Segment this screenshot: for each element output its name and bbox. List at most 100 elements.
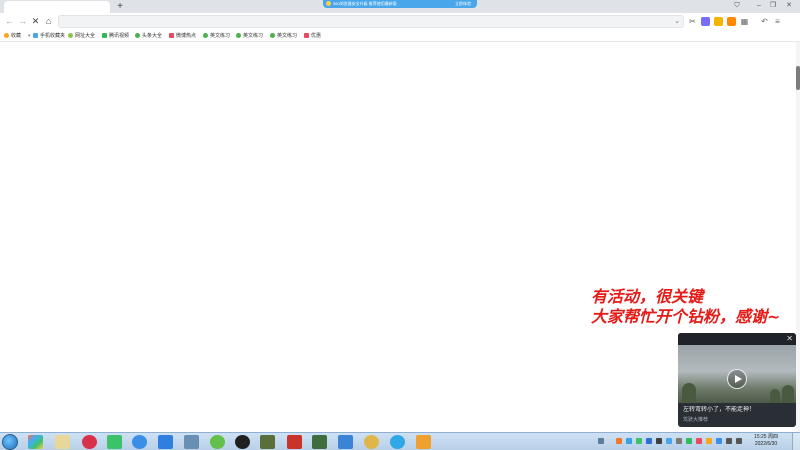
overlay-caption: 有活动，很关键 大家帮忙开个钻粉，感谢~ xyxy=(591,287,800,327)
folder-icon[interactable] xyxy=(55,435,70,449)
security-extension-icon[interactable] xyxy=(714,17,723,26)
tray-icon[interactable] xyxy=(696,438,702,444)
tray-icon[interactable] xyxy=(666,438,672,444)
back-button[interactable]: ← xyxy=(4,15,15,27)
tray-icon[interactable] xyxy=(656,438,662,444)
video-thumbnail[interactable] xyxy=(678,345,796,403)
tray-icon[interactable] xyxy=(616,438,622,444)
video-source: 驾驶大推荐 xyxy=(683,417,709,423)
app-icon[interactable] xyxy=(390,435,405,449)
screen: + 360浏览器安全升级 推荐使用最新版 立即体验 ⛉ – ❐ ✕ ← → ✕ … xyxy=(0,0,800,450)
app-icon[interactable] xyxy=(338,435,353,449)
new-tab-button[interactable]: + xyxy=(114,0,126,13)
navigation-bar: ← → ✕ ⌂ ⌄ ✂ ▦ ↶ ≡ xyxy=(0,13,800,30)
vertical-scrollbar[interactable] xyxy=(796,42,800,432)
app-icon[interactable] xyxy=(28,435,43,449)
tray-icon[interactable] xyxy=(686,438,692,444)
tray-icon[interactable] xyxy=(598,438,604,444)
tray-icon[interactable] xyxy=(646,438,652,444)
close-window-button[interactable]: ✕ xyxy=(782,0,796,13)
app-icon[interactable] xyxy=(235,435,250,449)
play-icon[interactable] xyxy=(727,369,747,389)
tray-icon[interactable] xyxy=(716,438,722,444)
game-extension-icon[interactable] xyxy=(727,17,736,26)
stop-button[interactable]: ✕ xyxy=(30,15,41,27)
bookmarks-bar: 收藏 ▾ 手机收藏夹 网址大全 腾讯视频 头条大全 微博热点 英文练习 英文练习… xyxy=(0,30,800,42)
tray-icon[interactable] xyxy=(636,438,642,444)
site-icon xyxy=(135,33,140,38)
close-icon[interactable]: ✕ xyxy=(786,334,793,344)
bookmark-item[interactable]: 微博热点 xyxy=(169,31,200,41)
overlay-caption-line2: 大家帮忙开个钻粉，感谢~ xyxy=(591,307,781,326)
tab-strip: + 360浏览器安全升级 推荐使用最新版 立即体验 ⛉ – ❐ ✕ xyxy=(0,0,800,13)
site-icon xyxy=(169,33,174,38)
volume-icon[interactable] xyxy=(736,438,742,444)
app-icon[interactable] xyxy=(312,435,327,449)
bookmark-item[interactable]: 收藏 xyxy=(4,31,21,41)
bookmark-item[interactable]: 优惠 xyxy=(304,31,321,41)
tray-icon[interactable] xyxy=(626,438,632,444)
bookmark-item[interactable]: 头条大全 xyxy=(135,31,165,41)
tree-shape xyxy=(682,383,696,403)
site-icon xyxy=(270,33,275,38)
network-icon[interactable] xyxy=(726,438,732,444)
notice-text: 360浏览器安全升级 推荐使用最新版 xyxy=(333,1,397,6)
undo-icon[interactable]: ↶ xyxy=(760,17,769,26)
clock-time: 15:25 周四 xyxy=(754,434,778,440)
tree-shape xyxy=(782,385,794,403)
video-popup[interactable]: ✕ 左转弯转小了，不能走神！ 驾驶大推荐 xyxy=(678,333,796,427)
system-clock[interactable]: 15:25 周四 2022/6/30 xyxy=(746,434,786,448)
phone-icon xyxy=(33,33,38,38)
site-icon xyxy=(304,33,309,38)
tree-shape xyxy=(770,389,780,403)
forward-button[interactable]: → xyxy=(17,15,28,27)
restore-button[interactable]: ❐ xyxy=(766,0,780,13)
app-icon[interactable] xyxy=(364,435,379,449)
player-icon[interactable] xyxy=(107,435,122,449)
scissors-icon[interactable]: ✂ xyxy=(688,17,697,26)
video-popup-header: ✕ xyxy=(678,333,796,345)
clock-date: 2022/6/30 xyxy=(754,441,778,447)
update-notice-banner[interactable]: 360浏览器安全升级 推荐使用最新版 立即体验 xyxy=(323,0,477,8)
app-icon[interactable] xyxy=(82,435,97,449)
bookmark-expand-icon[interactable]: ▾ xyxy=(28,31,31,41)
site-icon xyxy=(203,33,208,38)
bookmark-item[interactable]: 英文练习 xyxy=(270,31,300,41)
shield-icon[interactable]: ⛉ xyxy=(730,0,744,13)
address-dropdown-icon[interactable]: ⌄ xyxy=(674,16,680,27)
app-icon[interactable] xyxy=(210,435,225,449)
taskbar: 15:25 周四 2022/6/30 xyxy=(0,432,800,450)
app-icon[interactable] xyxy=(287,435,302,449)
bookmark-item[interactable]: 手机收藏夹 xyxy=(33,31,65,41)
app-icon[interactable] xyxy=(158,435,173,449)
browser-icon[interactable] xyxy=(132,435,147,449)
site-icon xyxy=(236,33,241,38)
site-icon xyxy=(102,33,107,38)
home-button[interactable]: ⌂ xyxy=(43,15,54,27)
bookmark-item[interactable]: 网址大全 xyxy=(68,31,95,41)
menu-icon[interactable]: ≡ xyxy=(773,17,782,26)
star-icon xyxy=(4,33,9,38)
page-content[interactable] xyxy=(0,42,796,432)
tray-icon[interactable] xyxy=(676,438,682,444)
site-icon xyxy=(68,33,73,38)
app-icon[interactable] xyxy=(416,435,431,449)
active-tab[interactable] xyxy=(4,1,110,13)
minimize-button[interactable]: – xyxy=(752,0,766,13)
tray-icon[interactable] xyxy=(706,438,712,444)
video-title[interactable]: 左转弯转小了，不能走神！ xyxy=(683,406,793,414)
bookmark-item[interactable]: 英文练习 xyxy=(203,31,233,41)
avatar-icon[interactable] xyxy=(184,435,199,449)
overlay-caption-line1: 有活动，很关键 xyxy=(591,287,704,306)
bookmark-item[interactable]: 英文练习 xyxy=(236,31,266,41)
notice-icon xyxy=(326,1,331,6)
notice-action-button[interactable]: 立即体验 xyxy=(455,0,471,8)
apps-grid-icon[interactable]: ▦ xyxy=(740,17,749,26)
show-desktop-button[interactable] xyxy=(792,433,800,450)
scrollbar-thumb[interactable] xyxy=(796,66,800,90)
app-icon[interactable] xyxy=(260,435,275,449)
start-button[interactable] xyxy=(2,434,18,450)
bookmark-item[interactable]: 腾讯视频 xyxy=(102,31,132,41)
address-bar[interactable]: ⌄ xyxy=(58,15,684,28)
extension-icon[interactable] xyxy=(701,17,710,26)
